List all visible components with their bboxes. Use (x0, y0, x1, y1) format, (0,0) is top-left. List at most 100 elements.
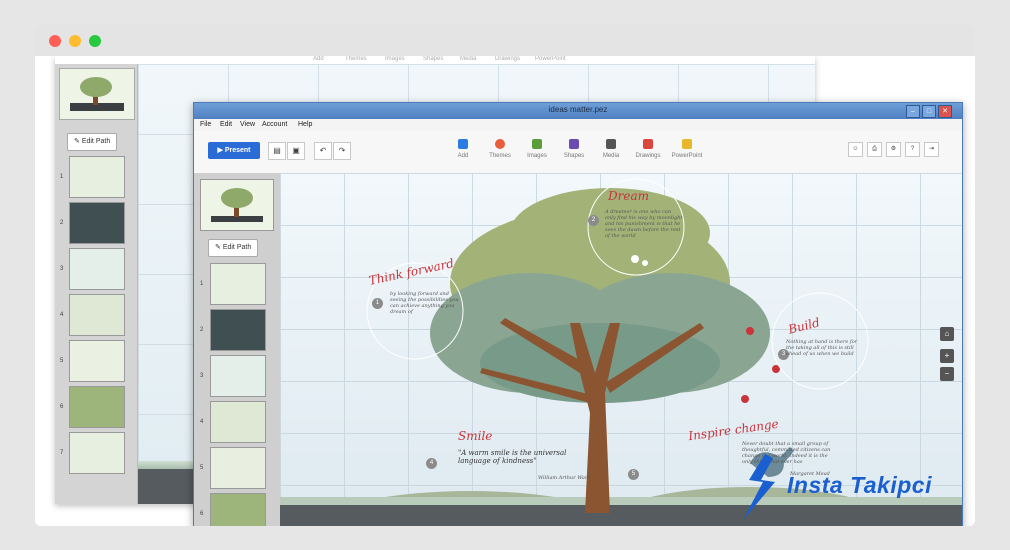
window-title: ideas matter.pez (548, 105, 608, 114)
back-slide-sidebar: ✎ Edit Path 1 2 3 4 5 6 7 (55, 64, 138, 504)
overview-thumbnail[interactable] (200, 179, 274, 231)
smile-author: William Arthur Ward (538, 475, 591, 481)
exit-button[interactable]: ⇥ (924, 142, 939, 157)
back-edit-path-button[interactable]: ✎ Edit Path (67, 133, 118, 151)
present-label: Present (224, 147, 251, 154)
back-tool-drawings[interactable]: Drawings (495, 56, 520, 62)
slide-thumb-4[interactable] (210, 401, 266, 443)
present-button[interactable]: ▶ Present (208, 142, 260, 159)
step-number-badge[interactable]: 2 (588, 215, 599, 226)
zoom-in-button[interactable]: + (940, 349, 954, 363)
help-button[interactable]: ? (905, 142, 920, 157)
share-button[interactable]: ☺ (848, 142, 863, 157)
back-slide-thumb-1[interactable] (69, 156, 125, 198)
browser-titlebar (35, 24, 975, 56)
browser-frame: Add Themes Images Shapes Media Drawings … (35, 24, 975, 526)
tool-shapes[interactable]: Shapes (557, 139, 591, 159)
back-tool-images[interactable]: Images (385, 56, 405, 62)
smile-title: Smile (458, 429, 493, 443)
close-dot[interactable] (49, 35, 61, 47)
back-tool-shapes[interactable]: Shapes (423, 56, 443, 62)
themes-icon (495, 139, 505, 149)
back-window-toolbar: Add Themes Images Shapes Media Drawings … (55, 56, 815, 64)
menu-help[interactable]: Help (298, 121, 312, 128)
pencil-icon: ✎ (215, 244, 223, 251)
undo-button[interactable]: ↶ (314, 142, 332, 160)
drawings-icon (643, 139, 653, 149)
zoom-out-button[interactable]: − (940, 367, 954, 381)
powerpoint-icon (682, 139, 692, 149)
tool-themes[interactable]: Themes (483, 139, 517, 159)
step-number-badge[interactable]: 1 (372, 298, 383, 309)
edit-path-label: Edit Path (81, 138, 111, 145)
back-slide-number: 6 (60, 404, 64, 410)
edit-path-label: Edit Path (222, 244, 252, 251)
tool-label: Themes (489, 153, 511, 159)
save-button[interactable]: ▣ (287, 142, 305, 160)
redo-button[interactable]: ↷ (333, 142, 351, 160)
slide-number: 1 (200, 281, 204, 287)
back-slide-number: 5 (60, 358, 64, 364)
new-file-button[interactable]: ▤ (268, 142, 286, 160)
home-icon: ⌂ (944, 329, 950, 338)
tool-label: Shapes (563, 153, 585, 159)
slide-thumb-6[interactable] (210, 493, 266, 526)
back-slide-thumb-6[interactable] (69, 386, 125, 428)
slide-number: 3 (200, 373, 204, 379)
back-slide-thumb-7[interactable] (69, 432, 125, 474)
images-icon (532, 139, 542, 149)
tool-images[interactable]: Images (520, 139, 554, 159)
tree-thumbnail-icon (211, 188, 263, 222)
redo-icon: ↷ (338, 146, 346, 155)
settings-button[interactable]: ⚙ (886, 142, 901, 157)
minimize-dot[interactable] (69, 35, 81, 47)
tool-drawings[interactable]: Drawings (631, 139, 665, 159)
menu-edit[interactable]: Edit (220, 121, 232, 128)
print-icon: ⎙ (872, 146, 877, 152)
back-slide-thumb-3[interactable] (69, 248, 125, 290)
slide-thumb-2[interactable] (210, 309, 266, 351)
edit-path-button[interactable]: ✎ Edit Path (208, 239, 259, 257)
maximize-button[interactable]: □ (922, 105, 936, 118)
slide-thumb-1[interactable] (210, 263, 266, 305)
back-tool-media[interactable]: Media (460, 56, 476, 62)
back-slide-thumb-2[interactable] (69, 202, 125, 244)
print-button[interactable]: ⎙ (867, 142, 882, 157)
tool-label: Add (457, 153, 469, 159)
pencil-icon: ✎ (74, 138, 82, 145)
menu-bar: File Edit View Account Help (194, 119, 962, 131)
back-slide-thumb-5[interactable] (69, 340, 125, 382)
back-overview-thumbnail[interactable] (59, 68, 135, 120)
menu-file[interactable]: File (200, 121, 211, 128)
back-tool-add[interactable]: Add (313, 56, 324, 62)
step-number-badge[interactable]: 4 (426, 458, 437, 469)
home-button[interactable]: ⌂ (940, 327, 954, 341)
slide-number: 4 (200, 419, 204, 425)
help-icon: ? (910, 146, 915, 152)
step-number-badge[interactable]: 5 (628, 469, 639, 480)
watermark-arrow-icon (743, 454, 775, 520)
tree-thumbnail-icon (70, 77, 124, 111)
gear-icon: ⚙ (890, 146, 897, 152)
back-tool-themes[interactable]: Themes (345, 56, 367, 62)
tool-media[interactable]: Media (594, 139, 628, 159)
tool-add[interactable]: Add (446, 139, 480, 159)
dream-text: A dreamer is one who can only find his w… (605, 209, 683, 239)
menu-view[interactable]: View (240, 121, 255, 128)
back-slide-number: 4 (60, 312, 64, 318)
smile-text: "A warm smile is the universal language … (458, 449, 567, 465)
close-button[interactable]: ✕ (938, 105, 952, 118)
minimize-button[interactable]: – (906, 105, 920, 118)
slide-thumb-3[interactable] (210, 355, 266, 397)
maximize-dot[interactable] (89, 35, 101, 47)
undo-icon: ↶ (319, 146, 327, 155)
tool-powerpoint[interactable]: PowerPoint (670, 139, 704, 159)
slide-thumb-5[interactable] (210, 447, 266, 489)
slide-sidebar: ✎ Edit Path 1 2 3 4 5 6 (194, 173, 280, 526)
window-titlebar: ideas matter.pez – □ ✕ (194, 103, 962, 119)
menu-account[interactable]: Account (262, 121, 287, 128)
back-slide-thumb-4[interactable] (69, 294, 125, 336)
back-tool-powerpoint[interactable]: PowerPoint (535, 56, 566, 62)
back-slide-number: 7 (60, 450, 64, 456)
slide-number: 5 (200, 465, 204, 471)
